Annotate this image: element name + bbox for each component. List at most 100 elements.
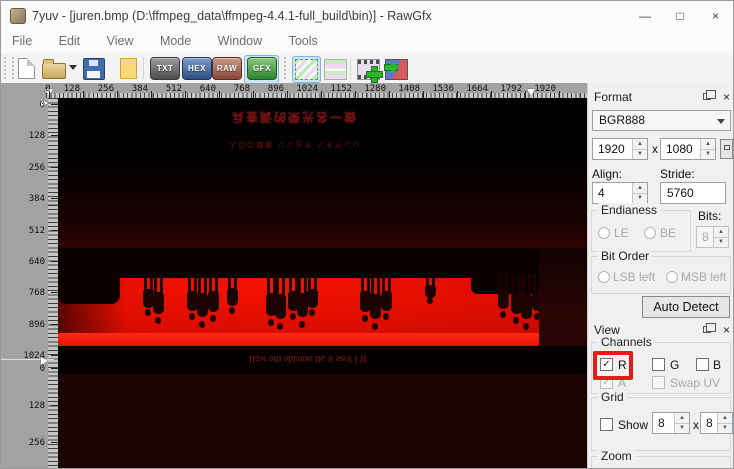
soldier-silhouette: [425, 274, 436, 304]
chevron-down-icon: [717, 119, 725, 128]
lsb-radio: [598, 271, 610, 283]
close-dock-icon[interactable]: ×: [723, 322, 730, 338]
menu-view[interactable]: View: [96, 31, 145, 48]
toolbar-separator: [143, 57, 144, 79]
soldier-silhouette: [381, 274, 392, 320]
float-dock-icon[interactable]: [703, 93, 711, 100]
h-ruler-label: 1408: [390, 84, 420, 94]
menu-tools[interactable]: Tools: [278, 31, 329, 48]
toolbar-separator: [350, 57, 351, 79]
selection-pattern-icon: [295, 59, 318, 80]
v-ruler-tick: [51, 324, 58, 325]
raw-mode-button[interactable]: RAW: [212, 57, 242, 80]
h-ruler-label: 512: [152, 84, 182, 94]
spinner-up[interactable]: ▲: [632, 183, 647, 193]
soldier-silhouette: [153, 274, 164, 324]
add-frame-button[interactable]: [354, 56, 383, 83]
v-ruler-label: 128: [13, 131, 45, 141]
soldier-silhouette: [227, 274, 238, 314]
app-window: 7yuv - [juren.bmp (D:\ffmpeg_data\ffmpeg…: [0, 0, 734, 469]
channels-group: Channels R G B A Swap UV: [591, 342, 731, 394]
float-dock-icon[interactable]: [703, 326, 711, 333]
v-ruler-tick: [51, 368, 58, 369]
open-dropdown-arrow[interactable]: [69, 65, 77, 74]
maximize-button[interactable]: □: [662, 1, 698, 31]
auto-detect-button[interactable]: Auto Detect: [642, 296, 730, 318]
dimension-x-label: x: [652, 142, 658, 156]
image-credit-text: シンゲキノ キョジン 進撃の巨人: [196, 139, 392, 150]
grid-x-label: x: [693, 418, 699, 432]
grid-group-label: Grid: [598, 390, 627, 404]
grid-width-spinbox[interactable]: 8 ▲▼: [652, 412, 690, 434]
spinner-down[interactable]: ▼: [717, 423, 732, 434]
width-value: 1920: [598, 142, 625, 156]
menu-edit[interactable]: Edit: [48, 31, 92, 48]
green-arrow-icon: [385, 65, 397, 70]
yellow-file-button[interactable]: [115, 56, 141, 80]
v-ruler-label: 256: [13, 163, 45, 173]
align-spinbox[interactable]: 4 ▲▼: [592, 182, 648, 204]
height-value: 1080: [666, 142, 693, 156]
spinner-down[interactable]: ▼: [700, 149, 715, 160]
b-channel-checkbox[interactable]: [696, 358, 709, 371]
be-label: BE: [660, 226, 676, 240]
v-ruler-label: 128: [13, 401, 45, 411]
image-next-frame-area: [58, 374, 587, 469]
h-ruler-label: 256: [84, 84, 114, 94]
v-ruler-tick: [51, 230, 58, 231]
minimize-button[interactable]: —: [627, 1, 663, 31]
format-title: Format: [594, 90, 632, 104]
g-channel-checkbox[interactable]: [652, 358, 665, 371]
spinner-up[interactable]: ▲: [674, 413, 689, 423]
selection-tool-button[interactable]: [292, 56, 321, 83]
pixel-format-select[interactable]: BGR888: [592, 110, 731, 131]
spinner-up[interactable]: ▲: [717, 413, 732, 423]
soldier-silhouette: [275, 274, 286, 330]
v-ruler-tick: [51, 261, 58, 262]
spinner-up[interactable]: ▲: [700, 139, 715, 149]
spinner-up[interactable]: ▲: [632, 139, 647, 149]
new-file-button[interactable]: [13, 56, 39, 80]
spinner-down[interactable]: ▼: [674, 423, 689, 434]
grid-show-checkbox[interactable]: [600, 418, 613, 431]
save-button[interactable]: [81, 56, 107, 80]
h-ruler-label: 1024: [288, 84, 318, 94]
height-spinbox[interactable]: 1080 ▲▼: [660, 138, 716, 160]
soldier-silhouette: [521, 274, 532, 330]
link-size-button[interactable]: [720, 139, 733, 159]
h-ruler-label: 1792: [492, 84, 522, 94]
grid-height-spinbox[interactable]: 8 ▲▼: [700, 412, 733, 434]
open-file-button[interactable]: [41, 56, 67, 80]
spinner-down[interactable]: ▼: [632, 149, 647, 160]
h-ruler-label: 128: [50, 84, 80, 94]
v-ruler-label: 0: [13, 100, 45, 110]
h-ruler-label: 1920: [526, 84, 556, 94]
hex-mode-button[interactable]: HEX: [182, 57, 212, 80]
v-ruler-label: 256: [13, 438, 45, 448]
swap-uv-checkbox: [652, 376, 665, 389]
v-ruler-label: 896: [13, 320, 45, 330]
width-spinbox[interactable]: 1920 ▲▼: [592, 138, 648, 160]
close-dock-icon[interactable]: ×: [723, 89, 730, 105]
open-folder-icon: [42, 63, 66, 79]
spinner-down[interactable]: ▼: [632, 193, 647, 204]
stride-field[interactable]: 5760: [660, 182, 726, 204]
msb-radio: [666, 271, 678, 283]
soldier-silhouette: [370, 274, 381, 330]
menu-window[interactable]: Window: [207, 31, 273, 48]
app-icon: [10, 8, 26, 24]
image-canvas[interactable]: 做一名光荣的调查兵 シンゲキノ キョジン 進撃の巨人 If I lose it …: [58, 98, 587, 469]
stride-value: 5760: [667, 186, 694, 200]
menu-file[interactable]: File: [1, 31, 43, 48]
swap-uv-label: Swap UV: [670, 376, 720, 390]
next-frame-button[interactable]: [382, 56, 411, 83]
menu-mode[interactable]: Mode: [149, 31, 202, 48]
close-button[interactable]: ×: [698, 1, 733, 31]
msb-label: MSB left: [681, 270, 726, 284]
txt-mode-button[interactable]: TXT: [150, 57, 180, 80]
rows-tool-button[interactable]: [321, 56, 350, 83]
image-ground-mass-left: [58, 248, 120, 304]
image-title-text: 做一名光荣的调查兵: [198, 109, 388, 126]
title-bar: 7yuv - [juren.bmp (D:\ffmpeg_data\ffmpeg…: [1, 1, 733, 31]
gfx-mode-button[interactable]: GFX: [247, 57, 277, 80]
